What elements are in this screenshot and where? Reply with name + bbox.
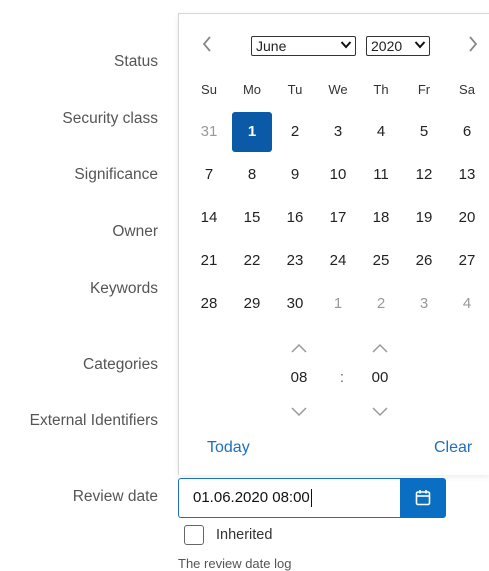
open-calendar-button[interactable] (400, 478, 446, 518)
day-cell[interactable]: 7 (189, 155, 229, 195)
day-cell-selected[interactable]: 1 (232, 112, 272, 152)
hour-value[interactable]: 08 (279, 369, 319, 386)
weekday-header: Sa (459, 82, 475, 97)
day-cell[interactable]: 5 (404, 112, 444, 152)
day-cell[interactable]: 31 (189, 112, 229, 152)
day-cell[interactable]: 2 (361, 284, 401, 324)
label-owner: Owner (112, 223, 158, 240)
label-external-identifiers: External Identifiers (29, 412, 158, 429)
weekday-header: We (328, 82, 348, 97)
weekday-header: Tu (287, 82, 303, 97)
day-cell[interactable]: 20 (447, 198, 487, 238)
day-cell[interactable]: 3 (404, 284, 444, 324)
hour-decrement-icon[interactable] (279, 404, 319, 420)
day-cell[interactable]: 23 (275, 241, 315, 281)
day-cell[interactable]: 22 (232, 241, 272, 281)
day-cell[interactable]: 19 (404, 198, 444, 238)
day-cell[interactable]: 12 (404, 155, 444, 195)
day-cell[interactable]: 2 (275, 112, 315, 152)
day-cell[interactable]: 21 (189, 241, 229, 281)
label-security-class: Security class (62, 110, 158, 127)
day-cell[interactable]: 4 (361, 112, 401, 152)
review-date-value: 01.06.2020 08:00 (193, 489, 310, 506)
chevron-down-icon (340, 37, 352, 56)
day-cell[interactable]: 16 (275, 198, 315, 238)
review-date-input[interactable]: 01.06.2020 08:00 (178, 478, 400, 518)
weekday-header: Mo (242, 82, 262, 97)
day-cell[interactable]: 28 (189, 284, 229, 324)
datetime-picker-popup: June 2020 Su Mo Tu We Th Fr Sa 31 1 2 3 4 5 6 7… (178, 13, 489, 475)
year-select[interactable]: 2020 (366, 36, 430, 56)
month-select[interactable]: June (251, 36, 356, 56)
day-cell[interactable]: 24 (318, 241, 358, 281)
weekday-header: Th (373, 82, 389, 97)
day-cell[interactable]: 9 (275, 155, 315, 195)
day-cell[interactable]: 6 (447, 112, 487, 152)
day-cell[interactable]: 29 (232, 284, 272, 324)
day-cell[interactable]: 15 (232, 198, 272, 238)
month-select-value: June (256, 38, 287, 54)
day-cell[interactable]: 3 (318, 112, 358, 152)
day-cell[interactable]: 1 (318, 284, 358, 324)
inherited-label: Inherited (216, 527, 273, 543)
year-select-value: 2020 (371, 38, 403, 54)
text-cursor (310, 489, 312, 508)
day-cell[interactable]: 13 (447, 155, 487, 195)
day-cell[interactable]: 11 (361, 155, 401, 195)
label-status: Status (114, 53, 158, 70)
label-categories: Categories (83, 356, 158, 373)
weekday-header: Su (201, 82, 217, 97)
day-cell[interactable]: 26 (404, 241, 444, 281)
day-cell[interactable]: 27 (447, 241, 487, 281)
minute-decrement-icon[interactable] (360, 404, 400, 420)
weekday-header: Fr (417, 82, 431, 97)
label-significance: Significance (74, 166, 158, 183)
label-keywords: Keywords (89, 280, 158, 297)
day-cell[interactable]: 8 (232, 155, 272, 195)
day-cell[interactable]: 18 (361, 198, 401, 238)
clear-button[interactable]: Clear (434, 439, 472, 457)
day-cell[interactable]: 4 (447, 284, 487, 324)
inherited-checkbox[interactable] (184, 525, 204, 545)
day-cell[interactable]: 25 (361, 241, 401, 281)
label-review-date: Review date (72, 488, 158, 505)
chevron-left-icon[interactable] (197, 36, 217, 56)
time-separator: : (339, 369, 345, 386)
day-cell[interactable]: 30 (275, 284, 315, 324)
minute-value[interactable]: 00 (360, 369, 400, 386)
calendar-icon (415, 489, 431, 511)
hour-increment-icon[interactable] (279, 340, 319, 356)
day-cell[interactable]: 10 (318, 155, 358, 195)
minute-increment-icon[interactable] (360, 340, 400, 356)
day-cell[interactable]: 17 (318, 198, 358, 238)
chevron-down-icon (414, 37, 426, 56)
chevron-right-icon[interactable] (463, 36, 483, 56)
today-button[interactable]: Today (207, 439, 250, 457)
day-cell[interactable]: 14 (189, 198, 229, 238)
review-date-log-text: The review date log (178, 556, 292, 571)
